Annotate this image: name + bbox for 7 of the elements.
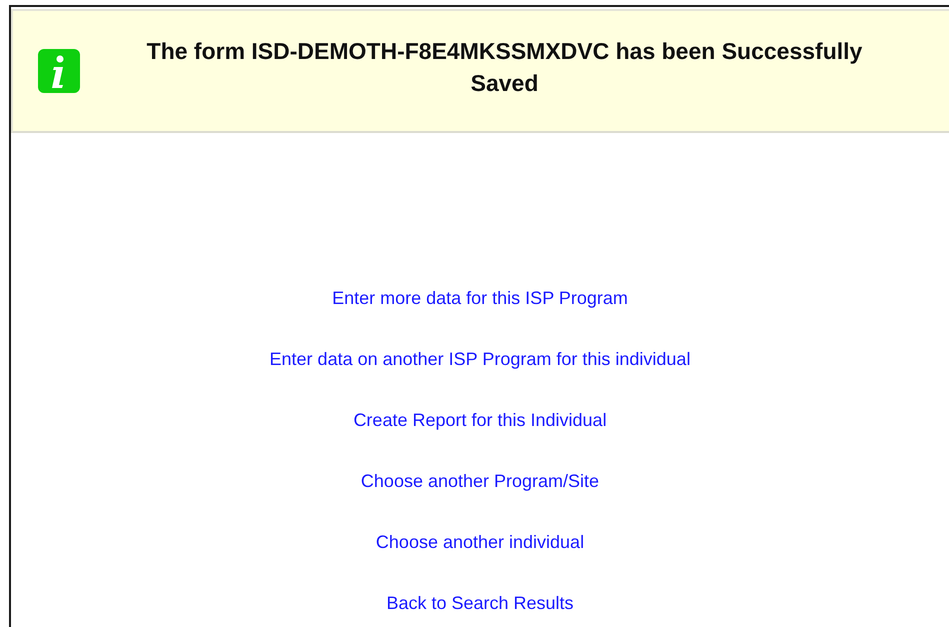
- navigation-link[interactable]: Enter data on another ISP Program for this individual: [270, 349, 690, 370]
- success-message: The form ISD-DEMOTH-F8E4MKSSMXDVC has been Successfully Saved: [146, 37, 864, 98]
- navigation-link[interactable]: Choose another Program/Site: [360, 471, 600, 492]
- navigation-link[interactable]: Back to Search Results: [386, 593, 574, 614]
- navigation-link[interactable]: Choose another individual: [376, 532, 584, 553]
- navigation-link[interactable]: Enter more data for this ISP Program: [332, 288, 628, 309]
- navigation-link[interactable]: Create Report for this Individual: [353, 410, 607, 431]
